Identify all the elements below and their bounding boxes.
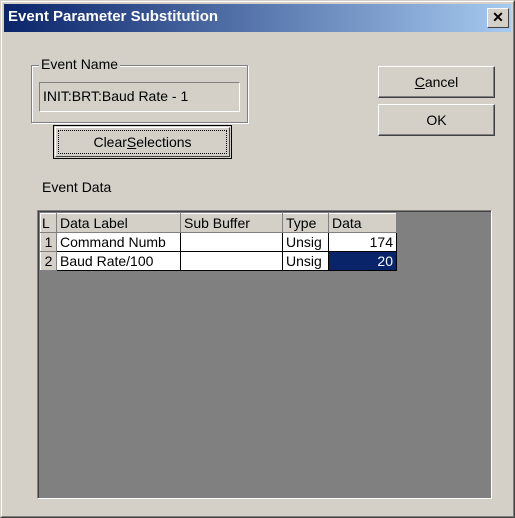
event-name-group-label: Event Name [39, 56, 121, 72]
sub-buffer-cell[interactable] [180, 232, 283, 252]
data-label-cell[interactable]: Baud Rate/100 [56, 251, 181, 271]
column-header-data-label[interactable]: Data Label [56, 213, 181, 233]
cancel-button[interactable]: Cancel [378, 66, 495, 98]
ok-button-label: OK [426, 112, 447, 128]
clear-selections-label: Clear Selections [93, 134, 192, 150]
type-cell[interactable]: Unsig [282, 251, 329, 271]
window-title: Event Parameter Substitution [8, 8, 219, 25]
type-cell[interactable]: Unsig [282, 232, 329, 252]
column-header-sub-buffer[interactable]: Sub Buffer [180, 213, 283, 233]
event-data-label: Event Data [42, 179, 112, 195]
event-name-field: INIT:BRT:Baud Rate - 1 [39, 82, 240, 112]
dialog-window: Event Parameter Substitution ✕ Event Nam… [0, 0, 515, 518]
column-header-type[interactable]: Type [282, 213, 329, 233]
table-row: 1 Command Numb Unsig 174 [40, 232, 397, 252]
ok-button[interactable]: OK [378, 104, 495, 136]
data-cell[interactable]: 174 [328, 232, 397, 252]
event-name-value: INIT:BRT:Baud Rate - 1 [43, 88, 189, 104]
column-header-l[interactable]: L [40, 213, 57, 233]
column-header-data[interactable]: Data [328, 213, 397, 233]
row-header[interactable]: 2 [40, 251, 57, 271]
row-header[interactable]: 1 [40, 232, 57, 252]
table-row: 2 Baud Rate/100 Unsig 20 [40, 251, 397, 271]
event-data-table: L Data Label Sub Buffer Type Data 1 Comm… [40, 213, 397, 271]
sub-buffer-cell[interactable] [180, 251, 283, 271]
event-data-grid[interactable]: L Data Label Sub Buffer Type Data 1 Comm… [37, 210, 492, 499]
clear-selections-button[interactable]: Clear Selections [53, 125, 232, 159]
title-bar[interactable]: Event Parameter Substitution ✕ [4, 4, 511, 32]
table-header-row: L Data Label Sub Buffer Type Data [40, 213, 397, 233]
close-button[interactable]: ✕ [487, 8, 509, 28]
cancel-button-label: Cancel [414, 74, 459, 90]
close-icon: ✕ [492, 9, 504, 25]
data-label-cell[interactable]: Command Numb [56, 232, 181, 252]
data-cell-selected[interactable]: 20 [328, 251, 397, 271]
